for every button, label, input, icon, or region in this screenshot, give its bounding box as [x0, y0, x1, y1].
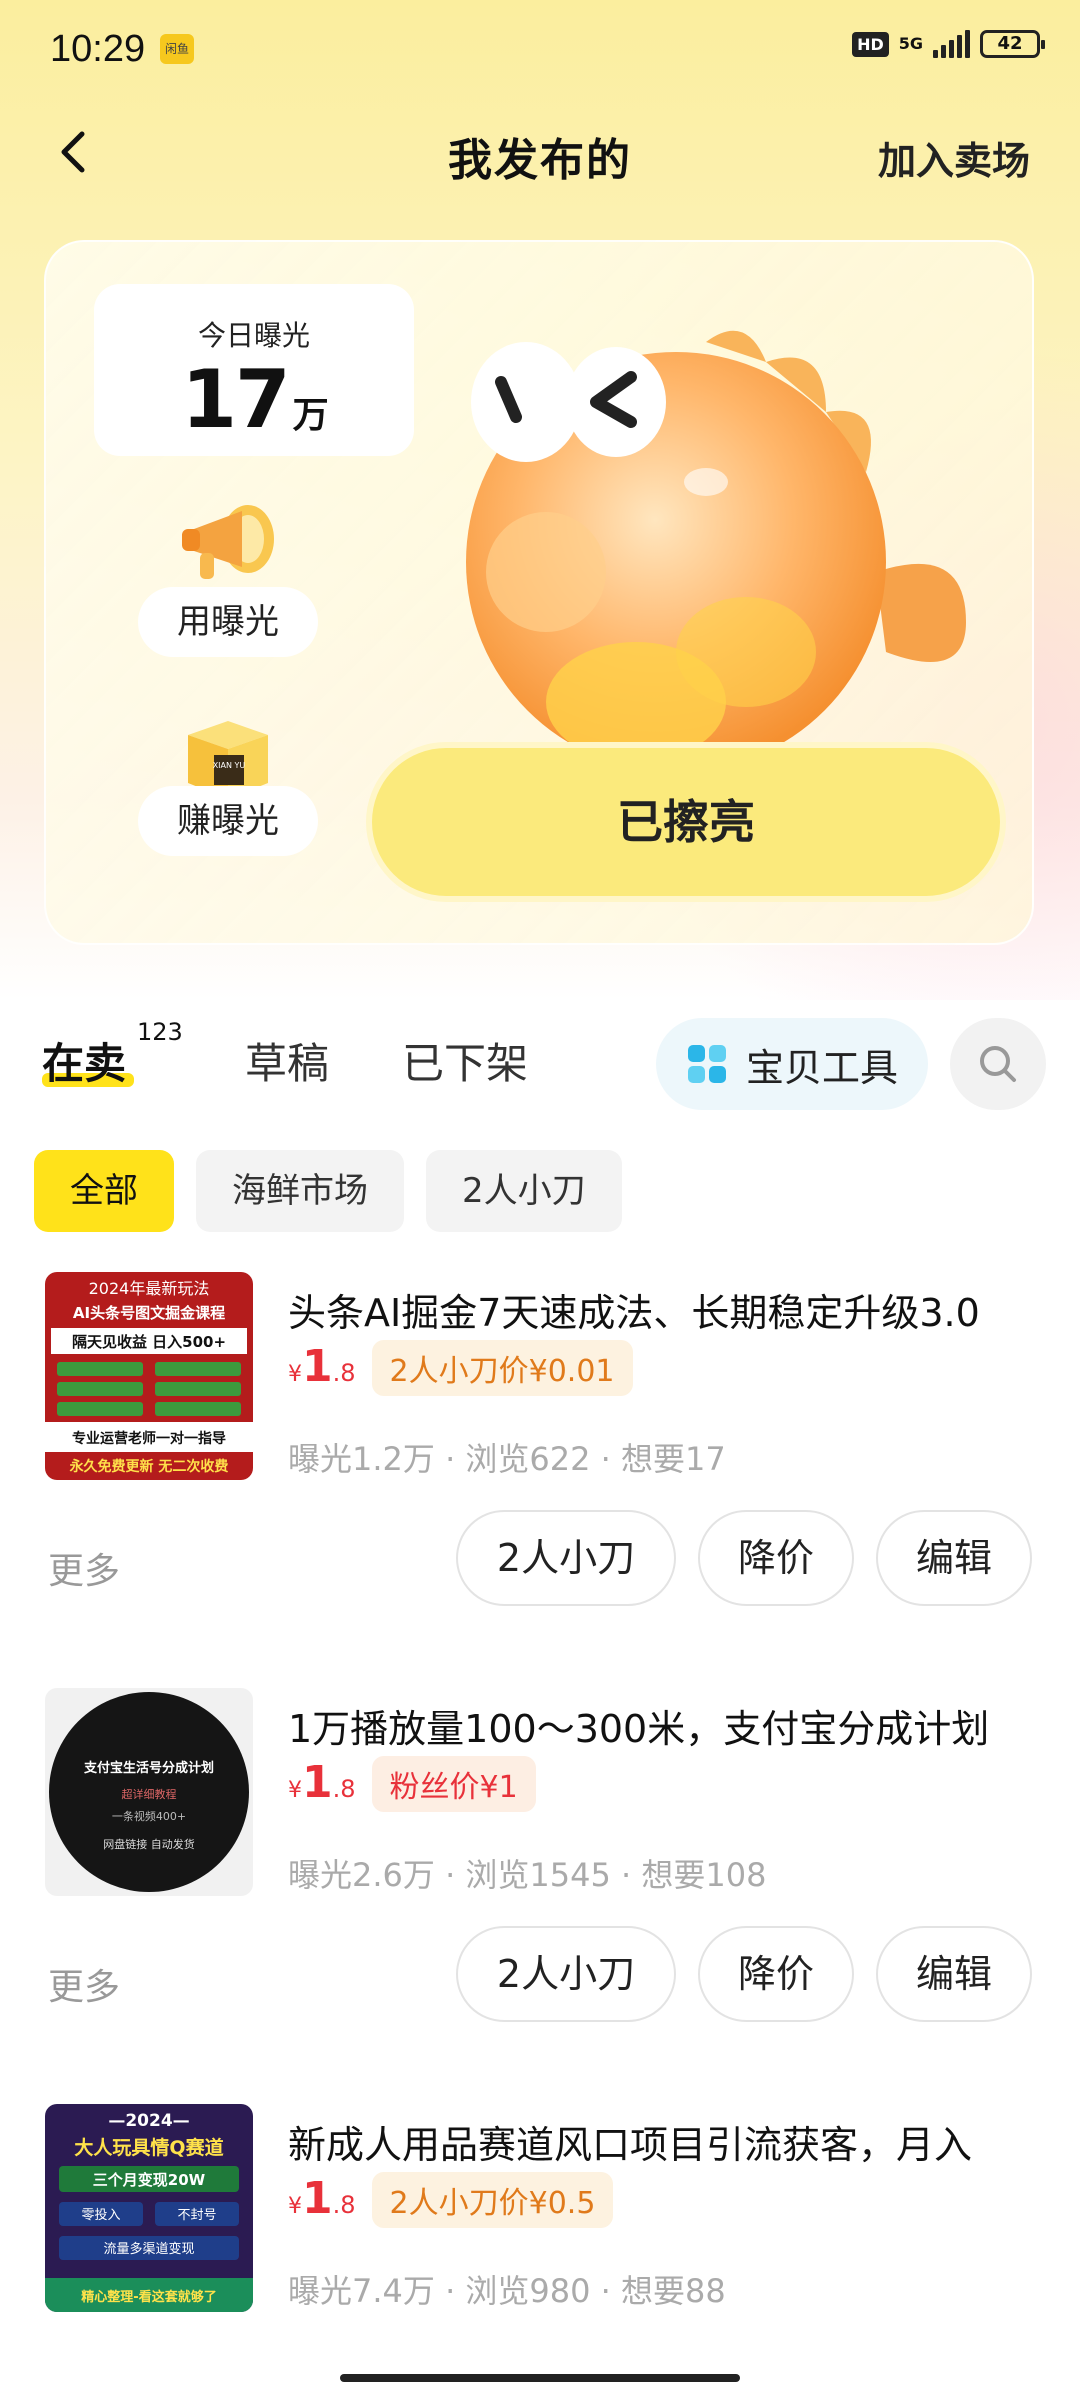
filter-chips: 全部 海鲜市场 2人小刀 — [34, 1150, 622, 1232]
thumb-text: —2024— — [108, 2111, 189, 2131]
battery-icon: 42 — [980, 30, 1045, 58]
join-market-button[interactable]: 加入卖场 — [878, 130, 1030, 185]
reduce-price-button[interactable]: 降价 — [698, 1510, 854, 1606]
item-tools-button[interactable]: 宝贝工具 — [656, 1018, 928, 1110]
thumb-text: 支付宝生活号分成计划 — [83, 1760, 214, 1776]
price-decimal: .8 — [332, 2191, 356, 2219]
thumb-text: 隔天见收益 日入500+ — [72, 1333, 226, 1351]
edit-button[interactable]: 编辑 — [876, 1510, 1032, 1606]
thumb-text: 零投入 — [81, 2207, 120, 2223]
filter-chip-seafood-market[interactable]: 海鲜市场 — [196, 1150, 404, 1232]
price-integer: 1 — [302, 2173, 333, 2224]
item-thumbnail[interactable]: —2024— 大人玩具情Q赛道 三个月变现20W 零投入 不封号 流量多渠道变现… — [45, 2104, 253, 2312]
item-tools-label: 宝贝工具 — [745, 1045, 898, 1090]
exposure-number: 17 — [181, 353, 290, 446]
item-price: ¥1.8 — [288, 1341, 356, 1392]
box-label: XIAN YU — [213, 761, 246, 770]
price-row: ¥1.8 粉丝价¥1 — [288, 1756, 536, 1812]
thumb-text: 超详细教程 — [122, 1787, 177, 1801]
item-title: 1万播放量100～300米，支付宝分成计划 — [288, 1707, 990, 1751]
reduce-price-button[interactable]: 降价 — [698, 1926, 854, 2022]
search-icon — [980, 1046, 1016, 1082]
network-type: 5G — [898, 34, 923, 53]
price-row: ¥1.8 2人小刀价¥0.01 — [288, 1340, 633, 1396]
item-actions: 2人小刀 降价 编辑 — [456, 1510, 1032, 1606]
tab-off-shelf[interactable]: 已下架 — [402, 1030, 528, 1091]
megaphone-icon — [182, 505, 274, 579]
item-title: 新成人用品赛道风口项目引流获客，月入 — [288, 2123, 973, 2167]
thumb-text: AI头条号图文掘金课程 — [73, 1304, 225, 1322]
item-price: ¥1.8 — [288, 2173, 356, 2224]
today-exposure-box[interactable]: 今日曝光 17 万 — [94, 284, 414, 456]
item-thumbnail[interactable]: 支付宝生活号分成计划 超详细教程 一条视频400+ 网盘链接 自动发货 — [45, 1688, 253, 1896]
filter-chip-all[interactable]: 全部 — [34, 1150, 174, 1232]
tab-on-sale-label: 在卖 — [42, 1039, 127, 1088]
more-button[interactable]: 更多 — [48, 1542, 120, 1594]
thumb-text: 永久免费更新 无二次收费 — [69, 1458, 229, 1475]
price-decimal: .8 — [332, 1359, 356, 1387]
home-indicator[interactable] — [340, 2374, 740, 2382]
item-title: 头条AI掘金7天速成法、长期稳定升级3.0 — [288, 1291, 980, 1335]
earn-exposure-button[interactable]: 赚曝光 — [138, 786, 318, 856]
more-button[interactable]: 更多 — [48, 1958, 120, 2010]
status-tabs: 在卖 123 草稿 已下架 宝贝工具 — [0, 1010, 1080, 1120]
edit-button[interactable]: 编辑 — [876, 1926, 1032, 2022]
thumb-text: 网盘链接 自动发货 — [103, 1837, 195, 1851]
app-badge-icon: 闲鱼 — [160, 34, 194, 64]
tab-on-sale-count: 123 — [137, 1018, 183, 1046]
nav-bar: 我发布的 加入卖场 — [0, 110, 1080, 190]
thumb-text: 专业运营老师一对一指导 — [72, 1430, 226, 1447]
price-symbol: ¥ — [288, 2194, 302, 2219]
promo-badge: 2人小刀价¥0.01 — [371, 1340, 633, 1396]
item-stats: 曝光2.6万 · 浏览1545 · 想要108 — [288, 1856, 767, 1894]
thumb-text: 一条视频400+ — [112, 1809, 186, 1823]
search-button[interactable] — [950, 1018, 1046, 1110]
thumb-text: 三个月变现20W — [93, 2171, 206, 2189]
use-exposure-button[interactable]: 用曝光 — [138, 587, 318, 657]
price-symbol: ¥ — [288, 1778, 302, 1803]
bargain-button[interactable]: 2人小刀 — [456, 1510, 676, 1606]
grid-tools-icon — [687, 1045, 726, 1083]
hd-icon: HD — [852, 31, 889, 57]
price-decimal: .8 — [332, 1775, 356, 1803]
price-symbol: ¥ — [288, 1362, 302, 1387]
price-row: ¥1.8 2人小刀价¥0.5 — [288, 2172, 614, 2228]
status-bar: 10:29 闲鱼 HD 5G 42 — [0, 0, 1080, 100]
thumb-text: 大人玩具情Q赛道 — [74, 2136, 223, 2159]
filter-chip-bargain[interactable]: 2人小刀 — [426, 1150, 622, 1232]
item-stats: 曝光7.4万 · 浏览980 · 想要88 — [288, 2272, 726, 2310]
today-exposure-value: 17 万 — [94, 360, 414, 456]
tab-drafts[interactable]: 草稿 — [245, 1030, 329, 1091]
promo-badge: 2人小刀价¥0.5 — [371, 2172, 614, 2228]
polished-button[interactable]: 已擦亮 — [366, 742, 1006, 902]
thumb-text: 精心整理-看这套就够了 — [81, 2289, 216, 2305]
status-icons: HD 5G 42 — [852, 30, 1045, 58]
item-price: ¥1.8 — [288, 1757, 356, 1808]
bargain-button[interactable]: 2人小刀 — [456, 1926, 676, 2022]
thumb-text: 流量多渠道变现 — [103, 2241, 194, 2257]
promo-badge: 粉丝价¥1 — [371, 1756, 536, 1812]
thumb-text: 2024年最新玩法 — [89, 1279, 210, 1298]
signal-icon — [933, 30, 970, 58]
exposure-unit: 万 — [292, 395, 329, 436]
price-integer: 1 — [302, 1341, 333, 1392]
exposure-card: 今日曝光 17 万 用曝光 XIAN YU 赚曝光 已擦亮 — [44, 240, 1034, 945]
item-thumbnail[interactable]: 2024年最新玩法 AI头条号图文掘金课程 隔天见收益 日入500+ 专业运营老… — [45, 1272, 253, 1480]
item-stats: 曝光1.2万 · 浏览622 · 想要17 — [288, 1440, 726, 1478]
item-actions: 2人小刀 降价 编辑 — [456, 1926, 1032, 2022]
today-exposure-label: 今日曝光 — [197, 319, 310, 352]
price-integer: 1 — [302, 1757, 333, 1808]
thumb-text: 不封号 — [177, 2208, 216, 2223]
tab-on-sale[interactable]: 在卖 123 — [42, 1018, 183, 1091]
status-time: 10:29 — [50, 28, 146, 70]
